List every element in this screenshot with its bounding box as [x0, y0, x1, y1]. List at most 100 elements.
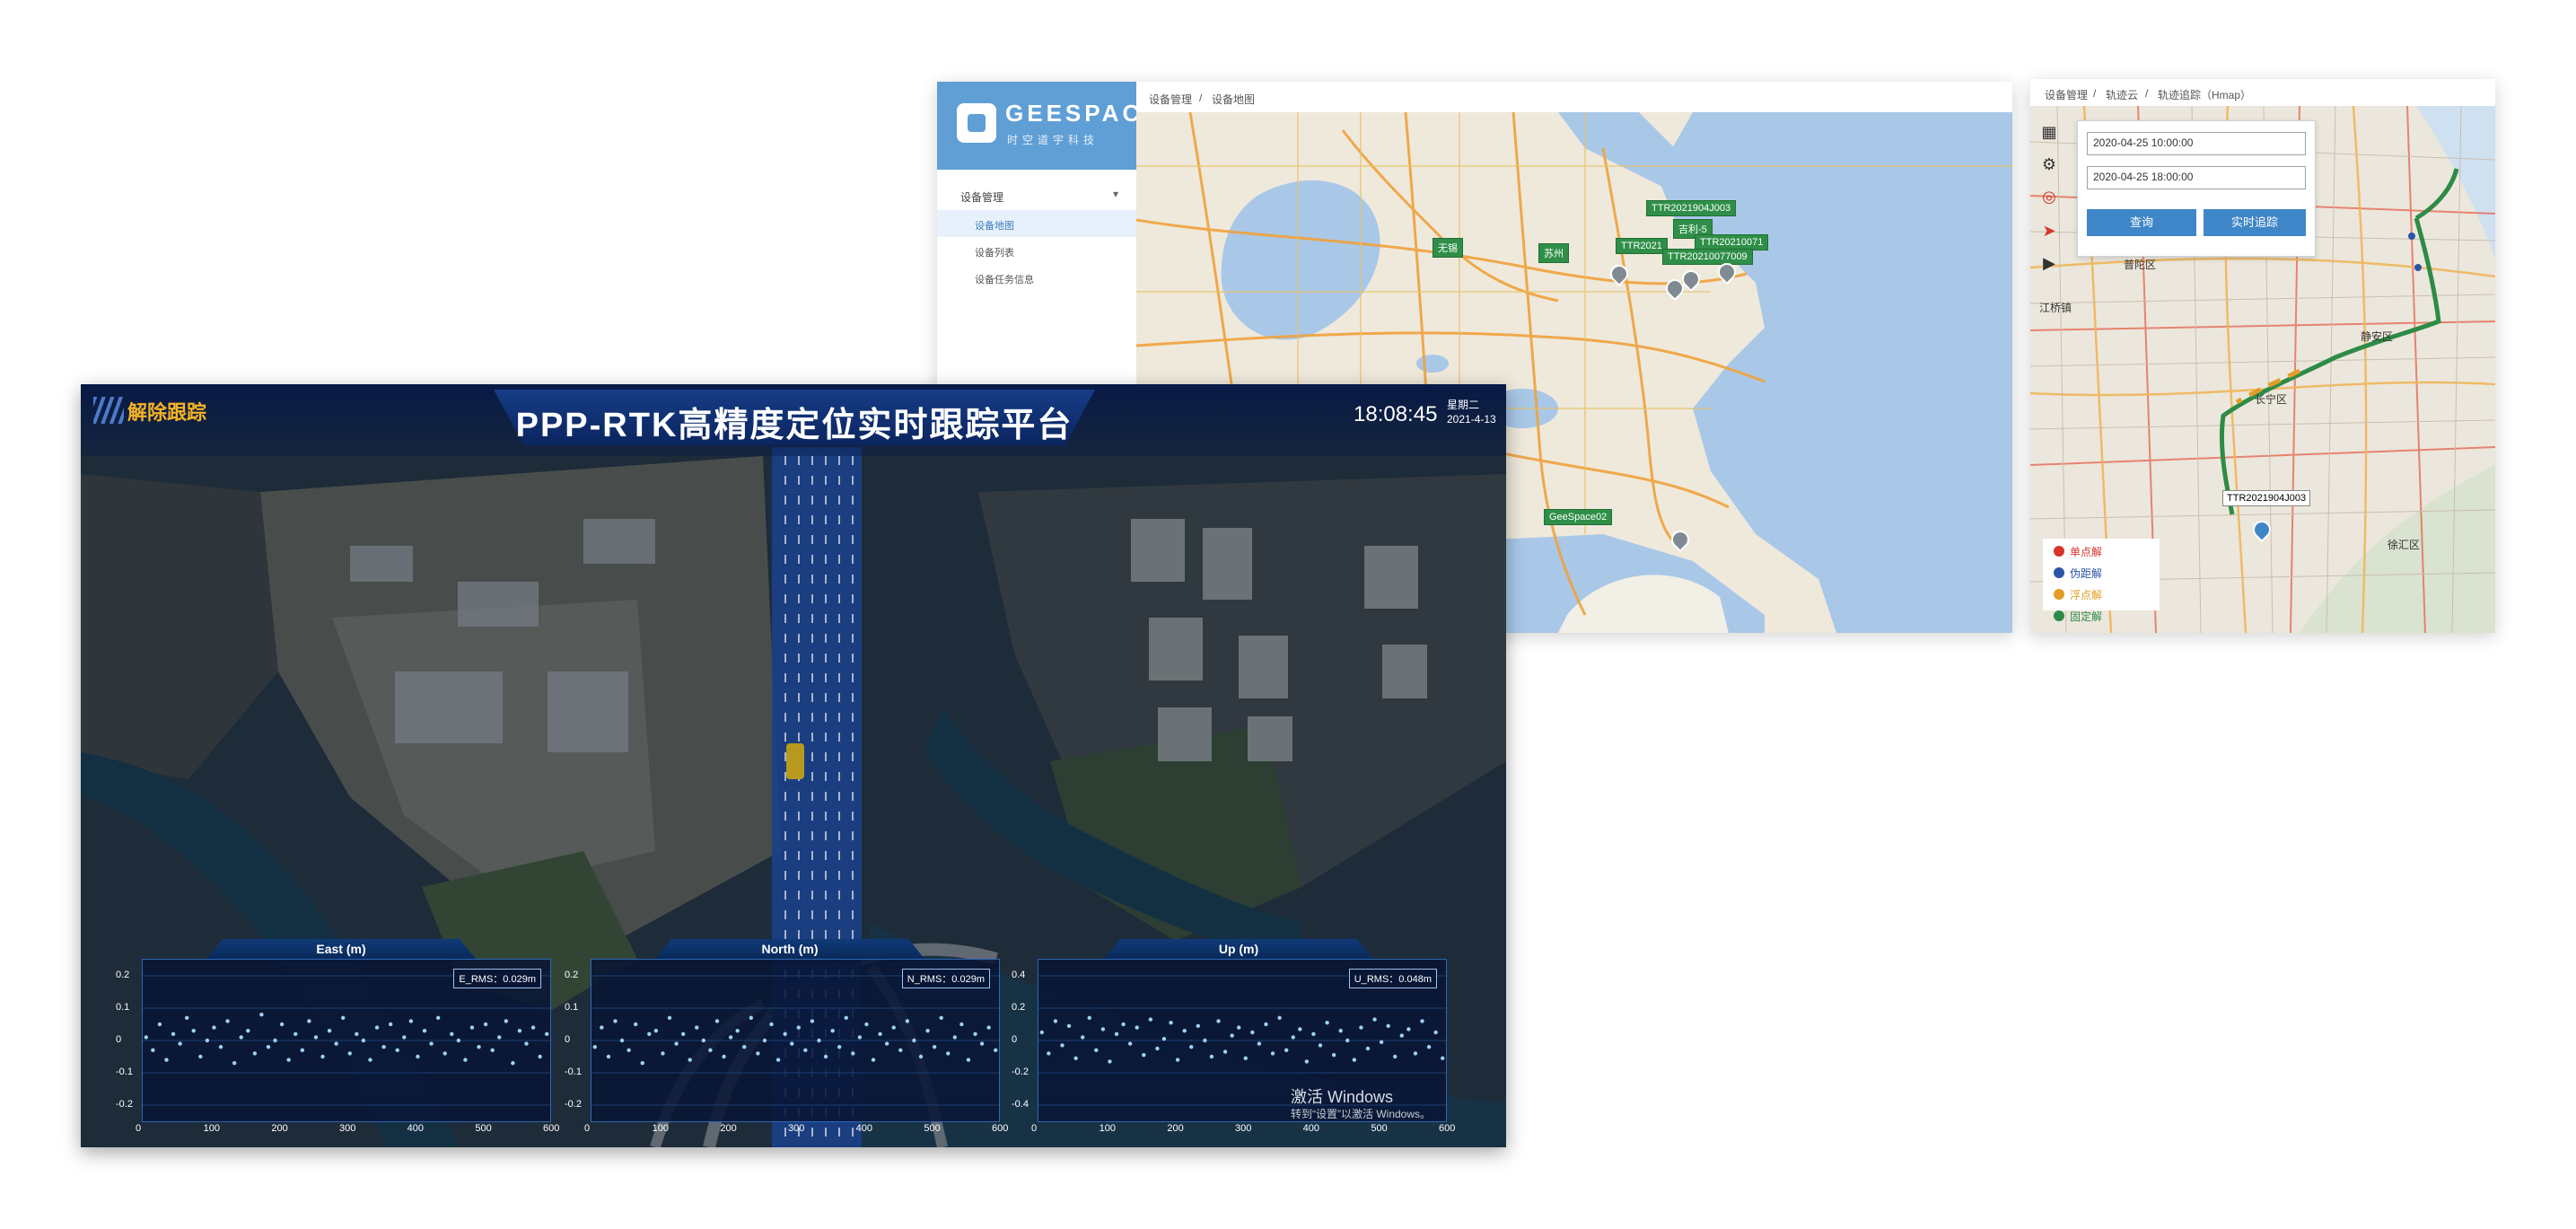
- data-point: [864, 1022, 869, 1027]
- gear-icon[interactable]: ⚙: [2036, 151, 2063, 178]
- navigate-icon[interactable]: ➤: [2036, 217, 2063, 244]
- chart-title: East (m): [206, 939, 476, 959]
- data-point: [640, 1061, 644, 1066]
- data-point: [1441, 1056, 1445, 1060]
- data-point: [1420, 1019, 1424, 1023]
- data-point: [232, 1061, 237, 1066]
- x-tick-label: 200: [271, 1123, 288, 1134]
- legend-item: 固定解: [2054, 609, 2102, 624]
- device-marker-label[interactable]: TTR2021: [1616, 238, 1668, 254]
- data-point: [905, 1019, 910, 1023]
- map-icon[interactable]: ▦: [2036, 119, 2063, 145]
- data-point: [1257, 1041, 1262, 1046]
- data-point: [1108, 1059, 1112, 1064]
- data-point: [633, 1022, 638, 1027]
- data-point: [1270, 1051, 1275, 1056]
- start-time-input[interactable]: 2020-04-25 10:00:00: [2087, 132, 2306, 155]
- y-tick-label: 0.2: [1012, 1002, 1026, 1013]
- sidebar-item-device-list[interactable]: 设备列表: [937, 237, 1136, 264]
- breadcrumb-item[interactable]: 设备管理: [1149, 92, 1192, 107]
- data-point: [490, 1048, 495, 1052]
- sidebar-item-device-task-info[interactable]: 设备任务信息: [937, 264, 1136, 291]
- data-point: [178, 1041, 182, 1046]
- untrack-button[interactable]: 解除跟踪: [127, 397, 206, 426]
- east-error-chart: E_RMS：0.029m 0.2 0.1 0 -0.1 -0.2 0 100 200 300 400…: [116, 959, 559, 1134]
- data-point: [918, 1054, 924, 1059]
- data-point: [1080, 1035, 1085, 1040]
- data-point: [347, 1051, 352, 1056]
- data-point: [1433, 1030, 1438, 1035]
- data-point: [973, 1031, 977, 1036]
- y-tick-label: 0: [1012, 1034, 1018, 1045]
- data-point: [661, 1051, 665, 1056]
- y-tick-label: -0.2: [116, 1099, 133, 1110]
- data-point: [844, 1015, 848, 1020]
- breadcrumb-item[interactable]: 设备管理: [2045, 87, 2088, 102]
- data-point: [1311, 1031, 1316, 1036]
- data-point: [286, 1058, 291, 1062]
- data-point: [300, 1048, 305, 1052]
- y-tick-label: -0.2: [565, 1099, 582, 1110]
- breadcrumb-item[interactable]: 轨迹云: [2106, 87, 2138, 102]
- menu-group-device-management[interactable]: 设备管理: [960, 189, 1003, 205]
- data-point: [294, 1031, 298, 1036]
- search-button[interactable]: 查询: [2087, 209, 2196, 236]
- device-marker-label[interactable]: TTR20210077009: [1662, 249, 1753, 265]
- data-point: [1372, 1017, 1377, 1022]
- device-marker-label[interactable]: TTR2021904J003: [1646, 200, 1737, 216]
- y-tick-label: 0: [565, 1034, 571, 1045]
- data-point: [667, 1015, 672, 1020]
- data-point: [273, 1038, 277, 1043]
- data-point: [1365, 1046, 1371, 1051]
- x-tick-label: 0: [136, 1123, 142, 1134]
- solution-legend: 单点解 伪距解 浮点解 固定解: [2043, 539, 2160, 623]
- data-point: [252, 1051, 258, 1056]
- north-error-chart: N_RMS：0.029m 0.2 0.1 0 -0.1 -0.2 0 100 200 300 400…: [565, 959, 1008, 1134]
- y-tick-label: 0.4: [1012, 970, 1026, 980]
- legend-dot-icon: [2054, 610, 2064, 621]
- data-point: [680, 1031, 686, 1036]
- data-point: [545, 1031, 549, 1036]
- data-point: [416, 1054, 420, 1059]
- data-point: [891, 1025, 896, 1030]
- data-point: [1087, 1015, 1091, 1020]
- data-point: [728, 1035, 733, 1040]
- data-point: [600, 1025, 604, 1030]
- map-place-label: 静安区: [2361, 330, 2394, 343]
- sidebar-item-device-map[interactable]: 设备地图: [937, 210, 1136, 237]
- end-time-input[interactable]: 2020-04-25 18:00:00: [2087, 166, 2306, 189]
- data-point: [714, 1019, 720, 1023]
- data-point: [1203, 1038, 1207, 1043]
- legend-item: 浮点解: [2054, 587, 2102, 602]
- data-point: [1182, 1029, 1187, 1033]
- data-point: [198, 1054, 203, 1059]
- realtime-track-button[interactable]: 实时追踪: [2204, 209, 2306, 236]
- data-point: [164, 1058, 169, 1062]
- data-point: [1039, 1030, 1044, 1035]
- x-tick-label: 600: [992, 1123, 1009, 1134]
- x-tick-label: 400: [855, 1123, 873, 1134]
- data-point: [1291, 1035, 1295, 1040]
- data-point: [1073, 1056, 1078, 1060]
- data-point: [708, 1048, 713, 1052]
- device-marker-label[interactable]: GeeSpace02: [1544, 509, 1613, 525]
- data-point: [530, 1025, 536, 1030]
- data-point: [1209, 1054, 1214, 1059]
- data-point: [205, 1038, 210, 1043]
- data-point: [966, 1058, 971, 1062]
- data-point: [429, 1041, 434, 1046]
- data-point: [1250, 1030, 1255, 1035]
- chevron-down-icon[interactable]: ▾: [1113, 188, 1118, 200]
- data-point: [381, 1045, 386, 1049]
- play-icon[interactable]: ▶: [2036, 250, 2063, 277]
- data-point: [402, 1035, 407, 1040]
- data-point: [1053, 1019, 1058, 1023]
- windows-activation-hint: 转到“设置”以激活 Windows。: [1291, 1108, 1432, 1120]
- map-place-label: 普陀区: [2124, 259, 2157, 271]
- data-point: [1155, 1046, 1160, 1051]
- device-track-label[interactable]: TTR2021904J003: [2222, 490, 2311, 506]
- target-icon[interactable]: ◎: [2036, 183, 2063, 210]
- data-point: [1127, 1041, 1133, 1046]
- data-point: [1047, 1051, 1051, 1056]
- y-tick-label: 0.2: [116, 970, 130, 980]
